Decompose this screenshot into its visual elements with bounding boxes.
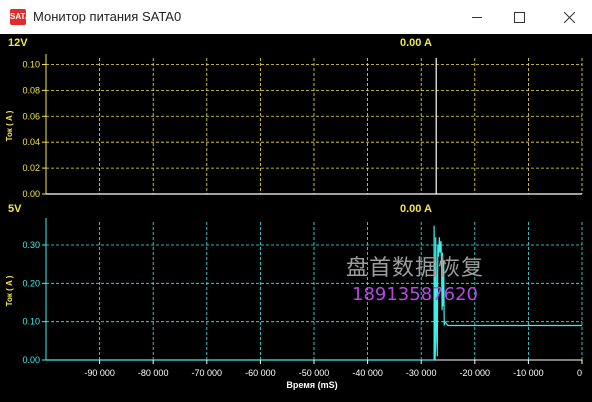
x-axis-label: Время (mS) (286, 380, 337, 390)
power-monitor-plot-area: 12V 0.00 A Ток ( A ) 0.10 0.08 0.06 0.04 0.02 0.… (0, 34, 592, 402)
x-tick-label: -60 000 (245, 368, 276, 378)
y-tick-label: 0.30 (22, 240, 40, 250)
y-tick-label: 0.08 (22, 85, 40, 95)
y-tick-label: 0.04 (22, 137, 40, 147)
y-tick-label: 0.10 (22, 317, 40, 327)
panel-12v: 12V 0.00 A Ток ( A ) 0.10 0.08 0.06 0.04 0.02 0.… (5, 37, 583, 199)
y-tick-label: 0.06 (22, 111, 40, 121)
current-readout-12v: 0.00 A (400, 37, 432, 49)
panel-label-12v: 12V (8, 37, 28, 49)
minimize-icon (472, 17, 482, 18)
x-tick-label: -70 000 (192, 368, 223, 378)
x-tick-label: -30 000 (406, 368, 437, 378)
y-tick-label: 0.00 (22, 189, 40, 199)
window-title: Монитор питания SATA0 (33, 9, 182, 24)
y-axis-label-12v: Ток ( A ) (5, 110, 14, 141)
title-bar: SATA Монитор питания SATA0 (0, 0, 592, 35)
maximize-icon (513, 11, 525, 23)
panel-5v: 5V 0.00 A Ток ( A ) 0.30 0.20 0.10 0.00 (5, 203, 583, 365)
y-tick-label: 0.00 (22, 355, 40, 365)
x-tick-label: -20 000 (460, 368, 491, 378)
maximize-button[interactable] (496, 0, 542, 34)
power-monitor-chart: 12V 0.00 A Ток ( A ) 0.10 0.08 0.06 0.04 0.02 0.… (5, 37, 583, 390)
y-axis-label-5v: Ток ( A ) (5, 275, 14, 306)
y-tick-label: 0.20 (22, 278, 40, 288)
x-tick-label: -40 000 (352, 368, 383, 378)
minimize-button[interactable] (454, 0, 500, 34)
y-tick-label: 0.02 (22, 163, 40, 173)
y-tick-label: 0.10 (22, 59, 40, 69)
close-button[interactable] (546, 0, 592, 34)
current-readout-5v: 0.00 A (400, 203, 432, 215)
x-tick-label: -50 000 (299, 368, 330, 378)
app-icon: SATA (10, 9, 31, 25)
close-icon (563, 11, 575, 23)
panel-label-5v: 5V (8, 203, 22, 215)
x-tick-label: 0 (577, 368, 582, 378)
x-tick-label: -90 000 (84, 368, 115, 378)
x-tick-label: -10 000 (513, 368, 544, 378)
x-tick-label: -80 000 (138, 368, 169, 378)
